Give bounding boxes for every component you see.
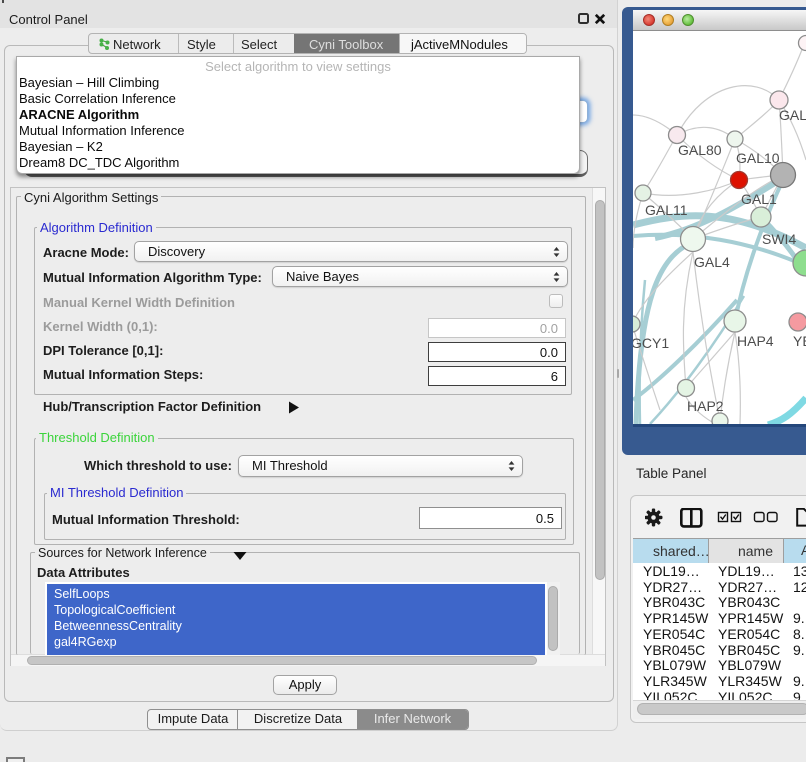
- svg-text:GCY1: GCY1: [633, 335, 669, 351]
- svg-text:GAL2: GAL2: [779, 107, 806, 123]
- svg-text:HAP4: HAP4: [737, 333, 774, 349]
- svg-text:SWI4: SWI4: [762, 231, 796, 247]
- svg-text:GAL4: GAL4: [694, 254, 730, 270]
- svg-text:GAL11: GAL11: [645, 202, 688, 218]
- svg-text:GAL1: GAL1: [741, 191, 777, 207]
- svg-text:HAP2: HAP2: [687, 398, 724, 414]
- svg-text:GAL80: GAL80: [678, 142, 722, 158]
- svg-text:YE: YE: [793, 333, 806, 349]
- svg-text:GAL10: GAL10: [736, 150, 780, 166]
